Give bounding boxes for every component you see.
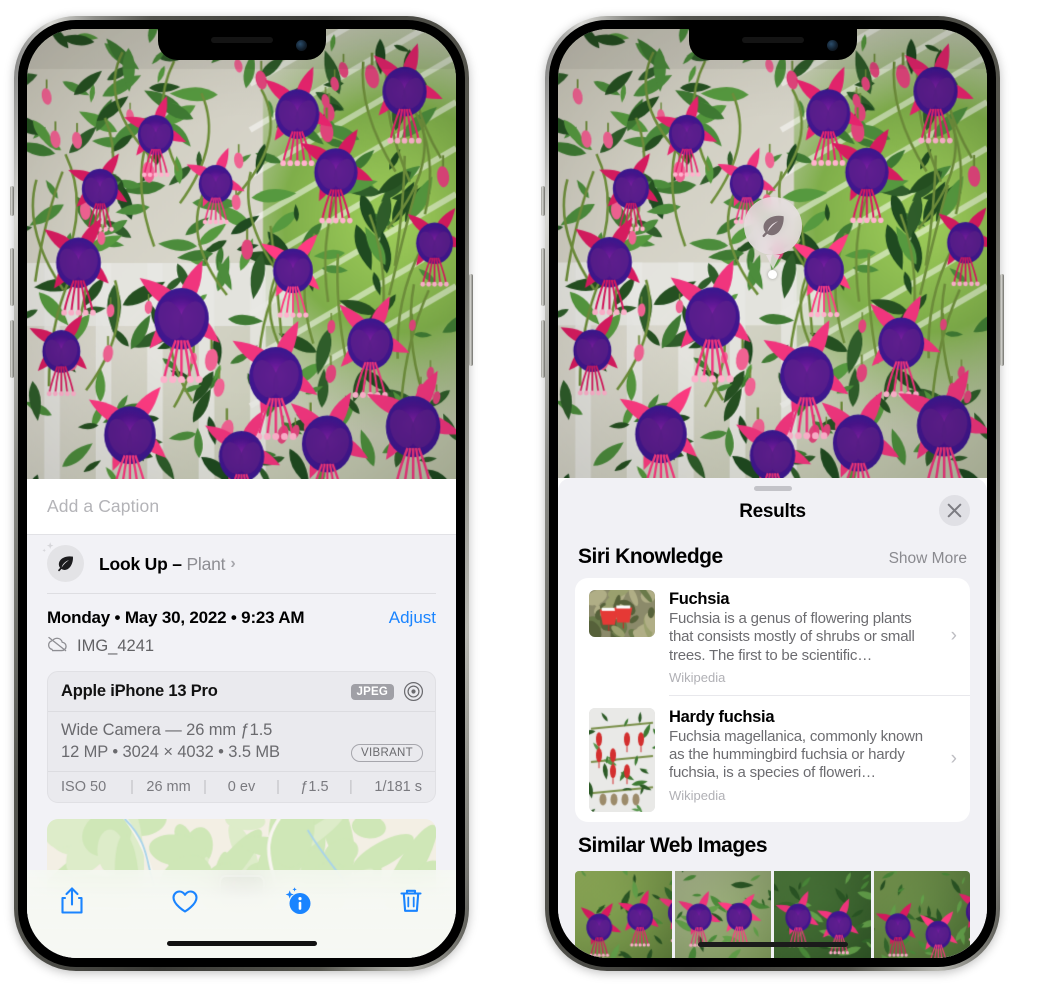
photo-info-panel: Add a Caption Look Up – Plant › Monday •… <box>27 479 456 958</box>
notch <box>157 29 326 60</box>
filename-text: IMG_4241 <box>77 637 155 655</box>
result-description: Fuchsia is a genus of flowering plants t… <box>669 610 915 664</box>
results-sheet: Results Siri Knowledge Show More Fuchsia… <box>558 478 987 958</box>
power-button[interactable] <box>469 274 473 366</box>
bubble-tail <box>765 255 780 269</box>
exif-row: ISO 50 | 26 mm | 0 ev | ƒ1.5 | 1/181 s <box>48 772 435 802</box>
close-icon[interactable] <box>939 495 970 526</box>
camera-header-badges: JPEG <box>350 681 424 702</box>
result-title: Hardy fuchsia <box>669 707 775 726</box>
phone-left: Add a Caption Look Up – Plant › Monday •… <box>10 16 473 971</box>
look-up-dash: – <box>167 553 187 574</box>
photo-viewer[interactable] <box>27 29 456 479</box>
trash-icon[interactable] <box>394 884 428 918</box>
look-up-title: Look Up <box>99 553 168 574</box>
result-text: Fuchsia Fuchsia is a genus of flowering … <box>669 590 958 685</box>
screen-left: Add a Caption Look Up – Plant › Monday •… <box>27 29 456 958</box>
format-badge: JPEG <box>350 683 394 700</box>
screen-right: Results Siri Knowledge Show More Fuchsia… <box>558 29 987 958</box>
sheet-header: Results <box>558 491 987 533</box>
section-title-siri-knowledge: Siri Knowledge <box>578 545 723 568</box>
section-title-similar-web-images: Similar Web Images <box>578 833 768 857</box>
volume-up-button[interactable] <box>541 248 545 306</box>
exif-exposure: 0 ev <box>227 779 256 795</box>
web-image-thumbnail[interactable] <box>873 870 970 958</box>
volume-up-button[interactable] <box>10 248 14 306</box>
exif-focal: 26 mm <box>146 779 191 795</box>
list-item[interactable]: Hardy fuchsia Fuchsia magellanica, commo… <box>575 696 970 822</box>
lens-info: Wide Camera — 26 mm ƒ1.5 <box>61 721 273 739</box>
look-up-row[interactable]: Look Up – Plant › <box>27 535 456 593</box>
earpiece-speaker <box>741 37 804 43</box>
caption-field[interactable]: Add a Caption <box>27 479 456 535</box>
exif-iso: ISO 50 <box>61 779 107 795</box>
leaf-icon <box>743 197 802 255</box>
result-text: Hardy fuchsia Fuchsia magellanica, commo… <box>669 708 958 812</box>
phone-right: Results Siri Knowledge Show More Fuchsia… <box>541 16 1004 971</box>
earpiece-speaker <box>210 37 273 43</box>
chevron-right-icon: › <box>950 747 957 769</box>
camera-info-card[interactable]: Apple iPhone 13 Pro JPEG Wide Camera — 2… <box>47 671 436 803</box>
detection-dot <box>768 270 777 279</box>
result-thumbnail <box>589 590 655 637</box>
adjust-button[interactable]: Adjust <box>389 608 436 628</box>
screenshot-stage: Add a Caption Look Up – Plant › Monday •… <box>0 0 1055 985</box>
look-up-subject: Plant <box>186 553 226 574</box>
chevron-right-icon: › <box>950 625 957 647</box>
result-thumbnail <box>589 707 655 812</box>
volume-down-button[interactable] <box>541 320 545 378</box>
silent-switch[interactable] <box>541 186 545 216</box>
heart-icon[interactable] <box>168 884 202 918</box>
exif-shutter: 1/181 s <box>374 779 422 795</box>
chevron-right-icon: › <box>230 555 236 572</box>
aperture-icon[interactable] <box>403 681 424 702</box>
camera-model: Apple iPhone 13 Pro <box>61 682 218 700</box>
capture-date: Monday • May 30, 2022 • 9:23 AM <box>47 608 305 627</box>
info-sparkle-icon[interactable] <box>281 884 315 918</box>
result-title: Fuchsia <box>669 590 730 608</box>
silent-switch[interactable] <box>10 186 14 216</box>
date-block: Monday • May 30, 2022 • 9:23 AM Adjust I <box>27 594 456 657</box>
sheet-title: Results <box>739 501 806 522</box>
camera-card-header: Apple iPhone 13 Pro JPEG <box>48 672 435 712</box>
share-icon[interactable] <box>55 884 89 918</box>
siri-knowledge-header: Siri Knowledge Show More <box>558 533 987 578</box>
photo-toolbar <box>27 870 456 958</box>
visual-lookup-badge[interactable] <box>743 197 802 279</box>
result-source: Wikipedia <box>669 787 726 803</box>
siri-knowledge-card: Fuchsia Fuchsia is a genus of flowering … <box>575 578 970 822</box>
web-image-thumbnail[interactable] <box>575 870 672 958</box>
home-indicator[interactable] <box>166 941 317 946</box>
result-source: Wikipedia <box>669 669 726 685</box>
caption-placeholder: Add a Caption <box>47 496 160 516</box>
notch <box>688 29 857 60</box>
photographic-style-badge: VIBRANT <box>351 744 423 762</box>
show-more-button[interactable]: Show More <box>889 550 967 568</box>
look-up-icon-wrap <box>42 542 85 583</box>
sparkle-icon <box>39 539 59 559</box>
home-indicator[interactable] <box>697 942 848 947</box>
similar-web-images-header: Similar Web Images <box>558 822 987 867</box>
list-item[interactable]: Fuchsia Fuchsia is a genus of flowering … <box>575 578 970 695</box>
power-button[interactable] <box>1000 274 1004 366</box>
volume-down-button[interactable] <box>10 320 14 378</box>
look-up-label: Look Up – Plant <box>99 553 226 575</box>
result-description: Fuchsia magellanica, commonly known as t… <box>669 727 923 782</box>
front-camera-icon <box>826 40 838 51</box>
filename-row: IMG_4241 <box>47 636 436 657</box>
cloud-slash-icon <box>47 636 68 657</box>
camera-card-body: Wide Camera — 26 mm ƒ1.5 12 MP • 3024 × … <box>48 712 435 772</box>
exif-aperture: ƒ1.5 <box>300 779 329 795</box>
front-camera-icon <box>295 40 307 51</box>
